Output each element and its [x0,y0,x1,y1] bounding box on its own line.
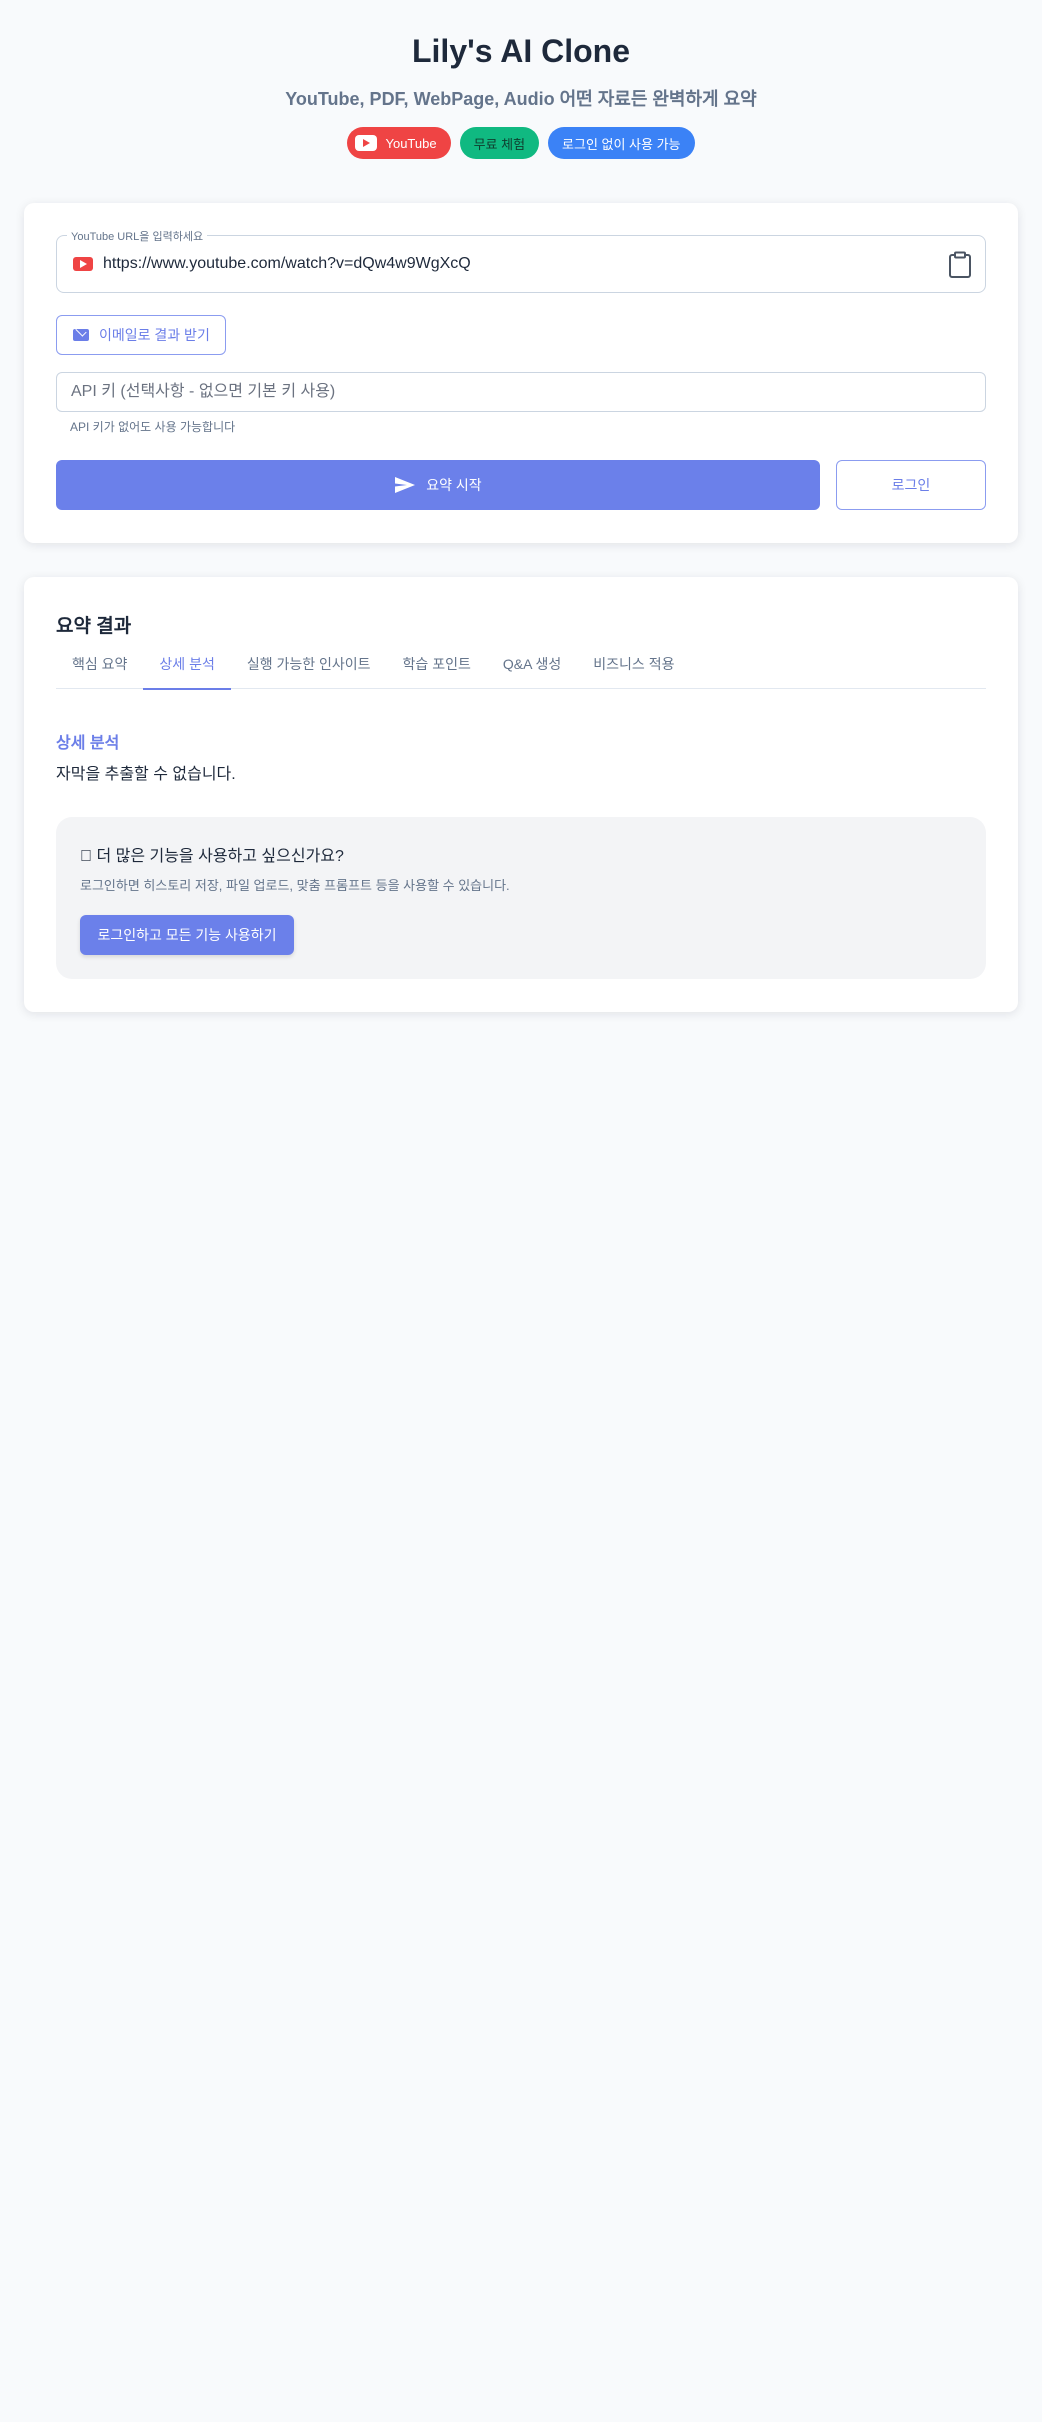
youtube-icon [73,257,93,271]
api-key-input[interactable] [56,372,986,412]
mail-icon [73,329,89,341]
feature-chips: YouTube 무료 체험 로그인 없이 사용 가능 [0,127,1042,159]
youtube-url-field[interactable]: YouTube URL을 입력하세요 https://www.youtube.c… [56,228,986,293]
page-title: Lily's AI Clone [411,33,630,69]
tab-learning-points[interactable]: 학습 포인트 [387,639,487,689]
no-login-chip: 로그인 없이 사용 가능 [548,127,695,159]
youtube-chip-label: YouTube [385,135,437,151]
tab-qa-generation[interactable]: Q&A 생성 [487,639,577,689]
results-card: 요약 결과 핵심 요약 상세 분석 실행 가능한 인사이트 학습 포인트 Q&A… [24,577,1018,1012]
tab-business-application[interactable]: 비즈니스 적용 [577,639,690,689]
email-result-label: 이메일로 결과 받기 [99,327,210,343]
email-result-button[interactable]: 이메일로 결과 받기 [56,315,226,355]
clipboard-icon[interactable] [947,251,973,279]
results-title: 요약 결과 [56,616,132,637]
page-subtitle: YouTube, PDF, WebPage, Audio 어떤 자료든 완벽하게… [285,89,757,109]
start-summary-button[interactable]: 요약 시작 [56,460,820,510]
youtube-chip: YouTube [347,127,451,159]
start-summary-label: 요약 시작 [426,477,482,493]
page-header: Lily's AI Clone YouTube, PDF, WebPage, A… [0,0,1042,159]
input-card: YouTube URL을 입력하세요 https://www.youtube.c… [24,203,1018,543]
api-key-helper: API 키가 없어도 사용 가능합니다 [70,420,236,434]
free-trial-chip: 무료 체험 [459,127,540,159]
login-all-features-button[interactable]: 로그인하고 모든 기능 사용하기 [80,915,294,955]
send-icon [395,477,416,493]
promo-description: 로그인하면 히스토리 저장, 파일 업로드, 맞춤 프롬프트 등을 사용할 수 … [80,878,510,893]
section-text: 자막을 추출할 수 없습니다. [56,766,236,783]
results-tabs: 핵심 요약 상세 분석 실행 가능한 인사이트 학습 포인트 Q&A 생성 비즈… [56,639,986,690]
tab-key-summary[interactable]: 핵심 요약 [56,639,143,689]
promo-title: 󰀀 더 많은 기능을 사용하고 싶으신가요? [80,848,344,865]
tab-detailed-analysis[interactable]: 상세 분석 [143,639,232,690]
youtube-icon [355,135,378,151]
tab-actionable-insights[interactable]: 실행 가능한 인사이트 [231,639,387,689]
youtube-url-value[interactable]: https://www.youtube.com/watch?v=dQw4w9Wg… [103,254,471,274]
login-promo-box: 󰀀 더 많은 기능을 사용하고 싶으신가요? 로그인하면 히스토리 저장, 파일… [56,817,986,979]
section-heading: 상세 분석 [56,735,120,752]
youtube-url-label: YouTube URL을 입력하세요 [67,228,208,244]
login-button[interactable]: 로그인 [836,460,986,510]
